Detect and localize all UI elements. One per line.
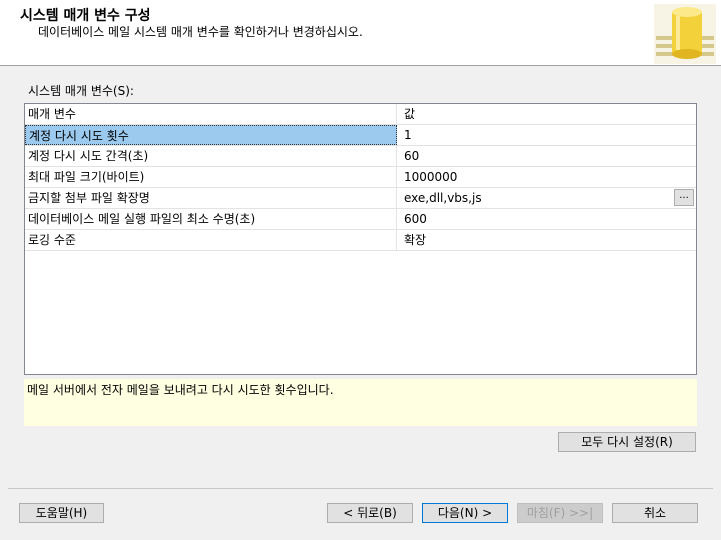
- database-icon: [654, 4, 716, 64]
- column-header-parameter: 매개 변수: [25, 104, 397, 124]
- table-row[interactable]: 계정 다시 시도 횟수 1: [25, 125, 696, 146]
- back-button[interactable]: < 뒤로(B): [327, 503, 413, 523]
- parameter-name[interactable]: 최대 파일 크기(바이트): [25, 167, 397, 187]
- table-row[interactable]: 데이터베이스 메일 실행 파일의 최소 수명(초) 600: [25, 209, 696, 230]
- wizard-header: 시스템 매개 변수 구성 데이터베이스 메일 시스템 매개 변수를 확인하거나 …: [0, 0, 721, 66]
- parameter-value[interactable]: exe,dll,vbs,js: [397, 188, 696, 208]
- parameter-name[interactable]: 계정 다시 시도 횟수: [25, 125, 397, 145]
- table-row[interactable]: 로깅 수준 확장: [25, 230, 696, 251]
- footer-divider: [8, 488, 713, 489]
- table-row[interactable]: 금지할 첨부 파일 확장명 exe,dll,vbs,js ...: [25, 188, 696, 209]
- cancel-button[interactable]: 취소: [612, 503, 698, 523]
- table-row[interactable]: 계정 다시 시도 간격(초) 60: [25, 146, 696, 167]
- grid-header: 매개 변수 값: [25, 104, 696, 125]
- column-header-value: 값: [404, 107, 416, 121]
- help-button[interactable]: 도움말(H): [19, 503, 104, 523]
- parameter-value[interactable]: 600: [397, 209, 696, 229]
- parameter-name[interactable]: 계정 다시 시도 간격(초): [25, 146, 397, 166]
- page-title: 시스템 매개 변수 구성: [20, 8, 151, 24]
- parameter-name[interactable]: 금지할 첨부 파일 확장명: [25, 188, 397, 208]
- parameter-name[interactable]: 데이터베이스 메일 실행 파일의 최소 수명(초): [25, 209, 397, 229]
- next-button[interactable]: 다음(N) >: [422, 503, 508, 523]
- parameter-value[interactable]: 확장: [397, 230, 696, 250]
- system-parameters-label: 시스템 매개 변수(S):: [28, 84, 134, 98]
- browse-extensions-button[interactable]: ...: [674, 189, 694, 206]
- parameters-grid: 매개 변수 값 계정 다시 시도 횟수 1 계정 다시 시도 간격(초) 60 …: [24, 103, 697, 375]
- parameter-value[interactable]: 1: [397, 125, 696, 145]
- parameter-value[interactable]: 1000000: [397, 167, 696, 187]
- parameter-value[interactable]: 60: [397, 146, 696, 166]
- table-row[interactable]: 최대 파일 크기(바이트) 1000000: [25, 167, 696, 188]
- finish-button[interactable]: 마침(F) >>|: [517, 503, 603, 523]
- page-subtitle: 데이터베이스 메일 시스템 매개 변수를 확인하거나 변경하십시오.: [38, 25, 363, 39]
- parameter-name[interactable]: 로깅 수준: [25, 230, 397, 250]
- reset-all-button[interactable]: 모두 다시 설정(R): [558, 432, 696, 452]
- parameter-description: 메일 서버에서 전자 메일을 보내려고 다시 시도한 횟수입니다.: [24, 379, 697, 426]
